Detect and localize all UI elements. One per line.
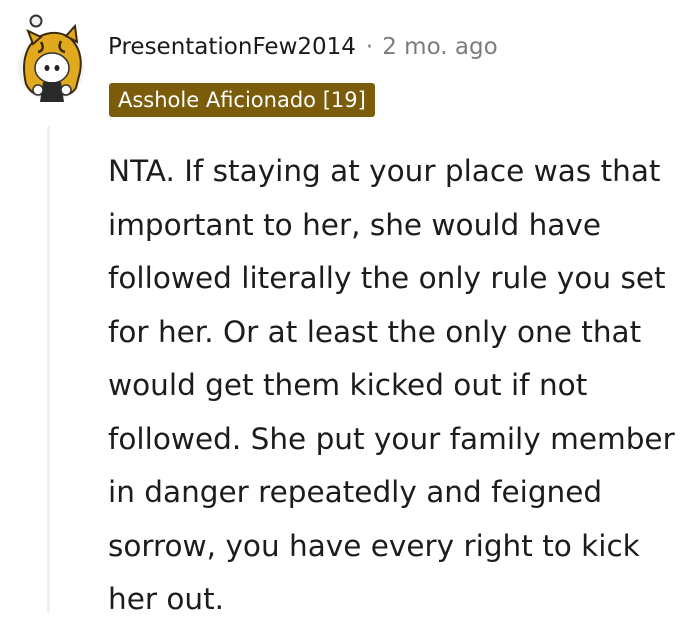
user-flair-badge: Asshole Aficionado [19] xyxy=(109,83,375,117)
username-link[interactable]: PresentationFew2014 xyxy=(108,34,356,60)
timestamp-link[interactable]: 2 mo. ago xyxy=(382,34,497,60)
comment-meta: PresentationFew2014 · 2 mo. ago xyxy=(108,30,498,64)
snoo-avatar-icon xyxy=(18,14,84,102)
avatar[interactable] xyxy=(14,14,88,106)
comment-body: NTA. If staying at your place was that i… xyxy=(108,154,675,616)
meta-separator: · xyxy=(365,34,374,60)
comment: PresentationFew2014 · 2 mo. ago Asshole … xyxy=(0,0,700,616)
thread-collapse-line[interactable] xyxy=(44,126,54,613)
